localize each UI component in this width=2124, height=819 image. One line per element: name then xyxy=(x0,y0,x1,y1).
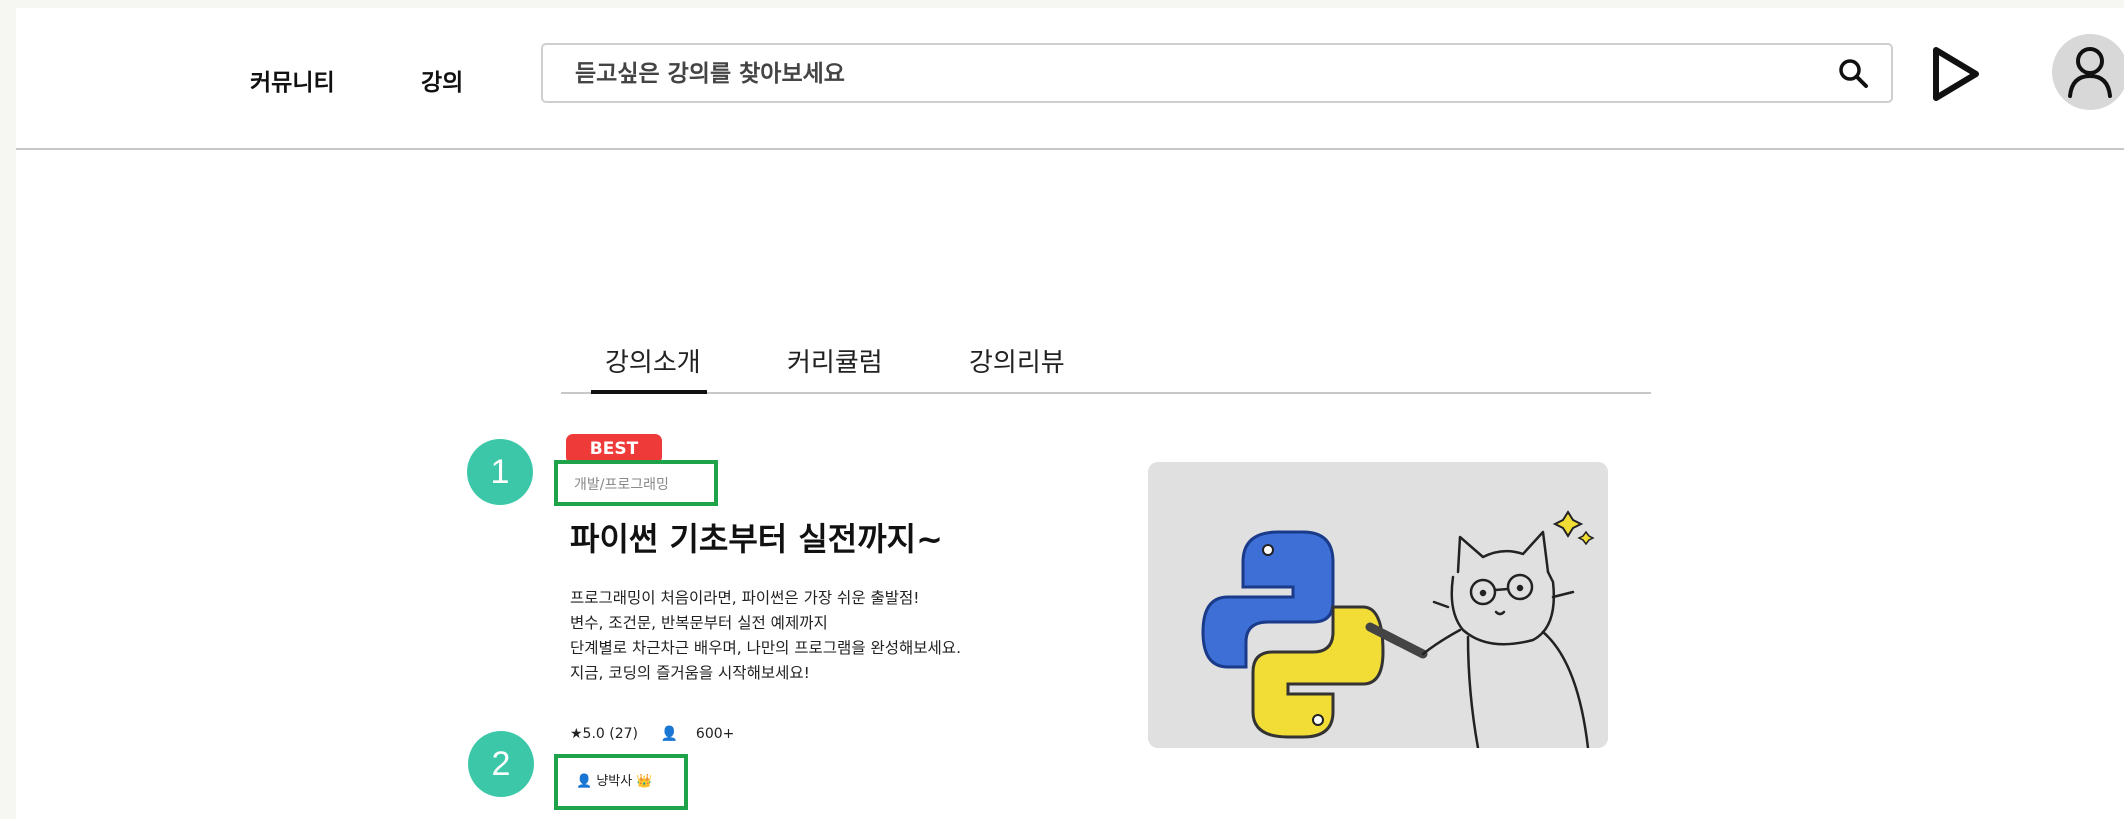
tab-intro[interactable]: 강의소개 xyxy=(591,342,707,394)
tab-curriculum[interactable]: 커리큘럼 xyxy=(787,342,883,379)
description-line: 프로그래밍이 처음이라면, 파이썬은 가장 쉬운 출발점! xyxy=(570,589,920,607)
nav-community[interactable]: 커뮤니티 xyxy=(250,63,335,97)
course-title: 파이썬 기초부터 실전까지~ xyxy=(570,520,943,558)
cat-teacher xyxy=(1421,530,1590,748)
description-line: 변수, 조건문, 반복문부터 실전 예제까지 xyxy=(570,614,828,632)
course-tabs: 강의소개 커리큘럼 강의리뷰 xyxy=(561,328,1651,394)
annotation-number-2: 2 xyxy=(468,731,534,797)
tab-intro-label: 강의소개 xyxy=(605,348,701,378)
sparkle-icon xyxy=(1552,510,1584,538)
student-count: 600+ xyxy=(695,726,735,742)
nav-courses[interactable]: 강의 xyxy=(421,63,463,97)
active-tab-underline xyxy=(591,390,707,394)
course-thumbnail[interactable] xyxy=(1148,462,1608,748)
sparkle-icon xyxy=(1577,530,1595,546)
description-line: 지금, 코딩의 즐거움을 시작해보세요! xyxy=(570,664,810,682)
description-line: 단계별로 차근차근 배우며, 나만의 프로그램을 완성해보세요. xyxy=(570,639,961,657)
course-rating: ★5.0 (27) xyxy=(570,726,639,742)
search-input[interactable] xyxy=(573,53,1817,95)
python-cat-illustration xyxy=(1201,510,1595,748)
user-icon xyxy=(2068,47,2112,98)
top-header: 커뮤니티 강의 xyxy=(16,8,2124,150)
tab-reviews[interactable]: 강의리뷰 xyxy=(969,342,1065,379)
avatar[interactable] xyxy=(2052,34,2124,110)
search-icon[interactable] xyxy=(1837,57,1869,89)
play-icon[interactable] xyxy=(1928,44,1984,104)
page: 커뮤니티 강의 강의소개 커리큘럼 강의리뷰 BEST 개발/프로 xyxy=(16,8,2124,819)
annotation-number-1: 1 xyxy=(467,439,533,505)
course-description: 프로그래밍이 처음이라면, 파이썬은 가장 쉬운 출발점! 변수, 조건문, 반… xyxy=(570,586,961,686)
search-bar xyxy=(541,43,1893,103)
annotation-box-2 xyxy=(554,754,688,810)
annotation-box-1 xyxy=(554,460,718,506)
student-icon: 👤 xyxy=(660,726,678,742)
course-stats: ★5.0 (27) 👤 600+ xyxy=(570,726,752,742)
